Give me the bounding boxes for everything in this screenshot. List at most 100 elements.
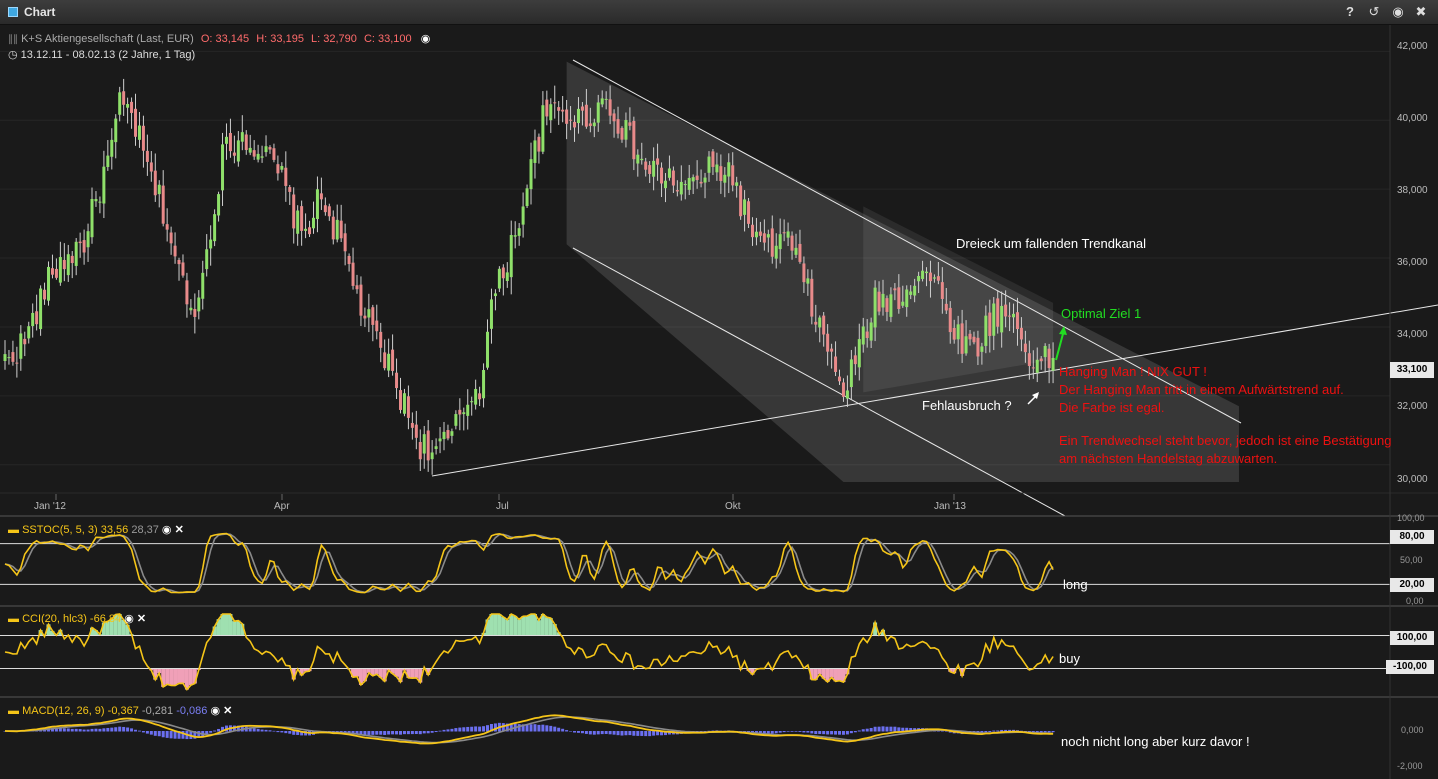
candle-body xyxy=(221,144,225,191)
candle-body xyxy=(458,409,462,415)
settings-icon[interactable]: ◉ xyxy=(421,33,431,45)
candle-body xyxy=(675,190,679,192)
macd-histogram-bar xyxy=(644,731,648,737)
candle-body xyxy=(422,434,426,454)
macd-histogram-bar xyxy=(826,731,830,735)
macd-histogram-bar xyxy=(537,724,541,732)
cci-overbought-fill xyxy=(517,619,522,636)
sstoc-axis-label: 0,00 xyxy=(1406,596,1424,606)
candle-body xyxy=(399,390,402,410)
candle-body xyxy=(703,177,707,183)
candle-body xyxy=(861,326,865,345)
macd-histogram-bar xyxy=(399,731,402,735)
macd-histogram-bar xyxy=(774,731,778,734)
macd-close-icon[interactable]: ✕ xyxy=(223,705,232,717)
sstoc-close-icon[interactable]: ✕ xyxy=(175,524,184,536)
candle-body xyxy=(114,118,118,143)
cci-close-icon[interactable]: ✕ xyxy=(137,613,146,625)
macd-histogram-bar xyxy=(770,731,774,734)
candle-body xyxy=(27,326,31,339)
title-bar: Chart ? ↺ ◉ ✖ xyxy=(0,0,1438,25)
candle-body xyxy=(426,430,430,461)
candle-body xyxy=(984,315,988,346)
candle-body xyxy=(960,323,964,354)
false-break-label: Fehlausbruch ? xyxy=(922,398,1012,413)
cci-oversold-fill xyxy=(173,668,178,686)
sstoc-settings-icon[interactable]: ◉ xyxy=(162,524,172,536)
macd-histogram-bar xyxy=(988,731,992,733)
macd-histogram-bar xyxy=(996,730,1000,732)
candle-body xyxy=(43,289,47,300)
hanging-man-title: Hanging Man ! NIX GUT ! xyxy=(1059,364,1207,379)
macd-histogram-bar xyxy=(600,731,604,735)
candle-body xyxy=(739,185,743,217)
candle-body xyxy=(573,121,577,128)
macd-histogram-bar xyxy=(482,726,486,732)
candle-body xyxy=(660,167,664,184)
macd-histogram-bar xyxy=(161,731,165,738)
macd-histogram-bar xyxy=(422,731,426,734)
macd-histogram-bar xyxy=(470,726,474,732)
candle-body xyxy=(521,206,525,225)
candle-body xyxy=(663,180,667,189)
candle-body xyxy=(201,272,205,299)
candle-body xyxy=(292,194,296,229)
candle-body xyxy=(762,233,766,243)
macd-histogram-bar xyxy=(541,724,545,732)
sstoc-header: ▬ SSTOC(5, 5, 3) 33,56 28,37 ◉ ✕ xyxy=(8,524,184,536)
candle-body xyxy=(541,105,545,152)
candle-body xyxy=(600,98,604,105)
record-icon[interactable]: ◉ xyxy=(1389,3,1407,21)
date-range-info: ◷ 13.12.11 - 08.02.13 (2 Jahre, 1 Tag) xyxy=(8,48,195,61)
undo-icon[interactable]: ↺ xyxy=(1365,3,1383,21)
candle-body xyxy=(857,339,861,368)
time-tick: Okt xyxy=(725,501,741,512)
macd-histogram-bar xyxy=(604,731,608,734)
candle-body xyxy=(632,120,636,160)
candle-body xyxy=(272,148,276,160)
candle-body xyxy=(667,168,671,178)
macd-histogram-bar xyxy=(209,731,213,733)
candle-body xyxy=(695,175,699,181)
candle-body xyxy=(1031,367,1035,369)
candle-body xyxy=(106,155,110,168)
macd-label: MACD(12, 26, 9) xyxy=(22,705,105,717)
candle-body xyxy=(149,162,153,172)
candle-body xyxy=(15,362,19,364)
candle-body xyxy=(343,233,347,252)
macd-histogram-bar xyxy=(82,729,86,732)
macd-histogram-bar xyxy=(794,731,798,732)
candle-body xyxy=(782,232,786,234)
candle-body xyxy=(1000,305,1004,333)
candle-body xyxy=(853,355,857,365)
candle-body xyxy=(402,393,406,414)
instrument-name: K+S Aktiengesellschaft (Last, EUR) xyxy=(21,33,194,45)
candle-body xyxy=(976,337,980,357)
candle-body xyxy=(849,359,853,388)
cci-settings-icon[interactable]: ◉ xyxy=(124,613,134,625)
sstoc-label: SSTOC(5, 5, 3) xyxy=(22,524,98,536)
candle-body xyxy=(565,109,569,124)
macd-histogram-bar xyxy=(122,726,126,732)
macd-histogram-bar xyxy=(830,731,834,735)
macd-settings-icon[interactable]: ◉ xyxy=(210,705,220,717)
macd-histogram-bar xyxy=(893,726,897,732)
candle-body xyxy=(331,216,335,240)
cci-overbought-fill xyxy=(513,615,518,636)
candle-body xyxy=(636,154,640,164)
candle-body xyxy=(944,303,948,311)
candle-body xyxy=(786,231,790,238)
candle-body xyxy=(466,404,470,416)
macd-axis-label: 0,000 xyxy=(1401,725,1424,735)
help-button[interactable]: ? xyxy=(1341,3,1359,21)
macd-histogram-bar xyxy=(584,731,588,734)
cci-upper-badge: 100,00 xyxy=(1390,631,1434,645)
chart-canvas[interactable] xyxy=(0,25,1438,779)
candle-body xyxy=(62,259,66,270)
candle-body xyxy=(845,390,849,399)
macd-histogram-bar xyxy=(375,731,379,735)
close-icon[interactable]: ✖ xyxy=(1412,3,1430,21)
macd-histogram-bar xyxy=(612,731,616,735)
cci-oversold-fill xyxy=(374,668,379,675)
candle-body xyxy=(276,164,280,174)
